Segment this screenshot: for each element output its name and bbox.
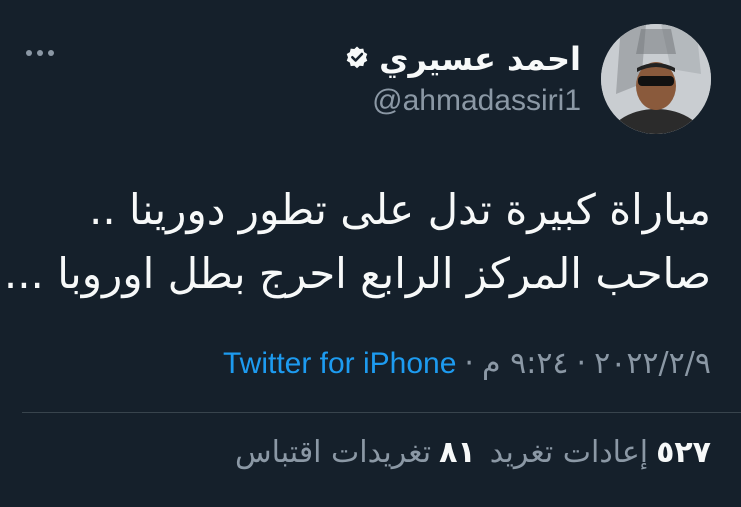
avatar[interactable] bbox=[601, 24, 711, 134]
author-name-row[interactable]: احمد عسيري bbox=[343, 40, 581, 78]
quotes-count: ٨١ bbox=[439, 435, 476, 470]
retweets-stat[interactable]: ٥٢٧ إعادات تغريد bbox=[490, 435, 711, 470]
quotes-stat[interactable]: ٨١ تغريدات اقتباس bbox=[235, 435, 476, 470]
author-display-name: احمد عسيري bbox=[379, 40, 581, 78]
verified-badge-icon bbox=[343, 43, 371, 75]
tweet-time[interactable]: ٩:٢٤ م bbox=[482, 346, 569, 381]
divider bbox=[22, 412, 741, 413]
author-block: احمد عسيري @ahmadassiri1 bbox=[343, 40, 581, 118]
retweets-label: إعادات تغريد bbox=[489, 435, 649, 470]
tweet-line: صاحب المركز الرابع احرج بطل اوروبا ... bbox=[3, 249, 711, 298]
tweet-source-link[interactable]: Twitter for iPhone bbox=[223, 347, 456, 381]
tweet-text: مباراة كبيرة تدل على تطور دورينا .. صاحب… bbox=[3, 178, 711, 306]
meta-separator: · bbox=[576, 346, 587, 381]
tweet-date[interactable]: ٢٠٢٢/٢/٩ bbox=[594, 346, 711, 381]
retweets-count: ٥٢٧ bbox=[656, 435, 711, 470]
quotes-label: تغريدات اقتباس bbox=[234, 435, 432, 470]
tweet-stats: ٥٢٧ إعادات تغريد ٨١ تغريدات اقتباس bbox=[235, 435, 711, 470]
author-handle: @ahmadassiri1 bbox=[372, 84, 581, 117]
tweet-meta: ٢٠٢٢/٢/٩ · ٩:٢٤ م · Twitter for iPhone bbox=[223, 346, 711, 381]
more-options-icon[interactable] bbox=[26, 50, 54, 56]
meta-separator: · bbox=[464, 346, 474, 381]
avatar-photo bbox=[601, 24, 711, 134]
tweet-line: مباراة كبيرة تدل على تطور دورينا .. bbox=[88, 185, 711, 234]
